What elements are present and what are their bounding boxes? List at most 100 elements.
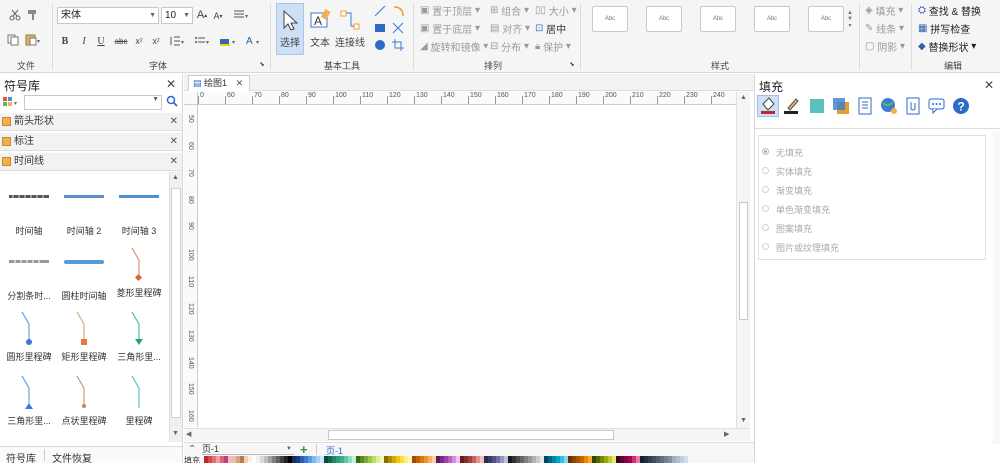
style-preset-5[interactable]: Abc: [808, 6, 844, 32]
scroll-up-icon[interactable]: ▲: [740, 94, 747, 101]
shape-item[interactable]: 时间轴 2: [56, 192, 112, 237]
close-icon[interactable]: ✕: [984, 78, 994, 92]
add-page-icon[interactable]: +: [300, 442, 308, 457]
format-painter-icon[interactable]: [26, 8, 40, 22]
shape-item[interactable]: 三角形里...: [1, 374, 57, 427]
text-tab-button[interactable]: [855, 96, 875, 116]
crop-icon[interactable]: [391, 38, 405, 52]
shape-item[interactable]: 分割条时...: [1, 257, 57, 302]
library-menu-icon[interactable]: ▾: [3, 96, 21, 110]
replace-shape-button[interactable]: ◆ 替换形状 ▾: [918, 39, 976, 54]
italic-icon[interactable]: I: [79, 34, 89, 48]
style-preset-3[interactable]: Abc: [700, 6, 736, 32]
distribute-button[interactable]: ⊟ 分布 ▾: [490, 39, 529, 54]
text-spacing-icon[interactable]: ▾: [168, 34, 186, 48]
protect-button[interactable]: 🔒︎ 保护 ▾: [535, 39, 571, 54]
bullets-icon[interactable]: ▾: [193, 34, 211, 48]
shape-item[interactable]: 里程碑: [111, 374, 167, 427]
close-icon[interactable]: ✕: [170, 153, 178, 171]
size-button[interactable]: ▯▯ 大小 ▾: [535, 3, 577, 18]
cross-point-icon[interactable]: [391, 21, 405, 35]
canvas-horizontal-scrollbar[interactable]: ◀ ▶: [184, 428, 750, 441]
ellipse-icon[interactable]: [373, 38, 387, 52]
font-name-select[interactable]: 宋体 ▼: [57, 7, 159, 24]
radio-no-fill[interactable]: [762, 148, 769, 155]
panel-scrollbar[interactable]: [993, 132, 1000, 444]
subscript-icon[interactable]: x2: [150, 34, 162, 48]
shrink-font-icon[interactable]: A ▾: [212, 9, 224, 23]
shape-item[interactable]: 三角形里...: [111, 310, 167, 363]
help-tab-button[interactable]: ?: [951, 96, 971, 116]
shape-item[interactable]: 圆形里程碑: [1, 310, 57, 363]
select-tool-button[interactable]: 选择: [276, 3, 304, 55]
copy-icon[interactable]: [6, 33, 20, 47]
radio-texture-fill[interactable]: [762, 243, 769, 250]
shadow-button[interactable]: ▢ 阴影 ▾: [865, 39, 905, 54]
bold-icon[interactable]: B: [60, 34, 70, 48]
spell-check-button[interactable]: ▦ 拼写检查: [918, 21, 970, 36]
library-header-callouts[interactable]: 标注 ✕: [0, 133, 182, 151]
style-preset-2[interactable]: Abc: [646, 6, 682, 32]
scroll-left-icon[interactable]: ◀: [186, 430, 191, 438]
superscript-icon[interactable]: x2: [133, 34, 145, 48]
shape-item[interactable]: 菱形里程碑: [111, 246, 167, 299]
scrollbar-thumb[interactable]: [171, 188, 181, 418]
search-icon[interactable]: [166, 95, 180, 109]
comment-tab-button[interactable]: [927, 96, 947, 116]
close-icon[interactable]: ✕: [236, 78, 244, 88]
library-scrollbar[interactable]: ▲ ▼: [169, 172, 182, 442]
font-color-icon[interactable]: A ▾: [244, 34, 264, 48]
line-icon[interactable]: [373, 4, 387, 18]
shape-item[interactable]: 矩形里程碑: [56, 310, 112, 363]
find-replace-button[interactable]: ⛭ 查找 & 替换: [918, 3, 981, 18]
dialog-launcher-icon[interactable]: ⬊: [258, 60, 266, 68]
style-preset-1[interactable]: Abc: [592, 6, 628, 32]
hyperlink-tab-button[interactable]: [879, 96, 899, 116]
shape-item[interactable]: 时间轴 3: [111, 192, 167, 237]
scrollbar-thumb[interactable]: [739, 202, 748, 320]
shape-item[interactable]: 时间轴: [1, 192, 57, 237]
line-style-button[interactable]: ✎ 线条 ▾: [865, 21, 904, 36]
dialog-launcher-icon[interactable]: ⬊: [568, 60, 576, 68]
shape-item[interactable]: 圆柱时间轴: [56, 257, 112, 302]
library-header-timeline[interactable]: 时间线 ✕: [0, 153, 182, 171]
styles-scroll[interactable]: ▲ ▼ ▾: [846, 4, 854, 34]
group-button[interactable]: ⊞ 组合 ▾: [490, 3, 529, 18]
attachment-tab-button[interactable]: [903, 96, 923, 116]
arc-icon[interactable]: [391, 4, 405, 18]
radio-mono-gradient-fill[interactable]: [762, 205, 769, 212]
underline-icon[interactable]: U: [96, 34, 106, 48]
scrollbar-thumb[interactable]: [328, 430, 614, 440]
scroll-down-icon[interactable]: ▼: [172, 430, 179, 437]
font-size-select[interactable]: 10 ▼: [161, 7, 193, 24]
close-icon[interactable]: ✕: [170, 133, 178, 151]
close-icon[interactable]: ✕: [170, 113, 178, 131]
document-tab[interactable]: ▤ 绘图1 ✕: [188, 75, 250, 91]
page-selector[interactable]: 页-1 ▼: [202, 444, 294, 455]
fill-button[interactable]: ◈ 填充 ▾: [865, 3, 903, 18]
scroll-right-icon[interactable]: ▶: [724, 430, 729, 438]
center-button[interactable]: ⊡ 居中: [535, 21, 566, 36]
close-icon[interactable]: ✕: [166, 77, 176, 91]
radio-solid-fill[interactable]: [762, 167, 769, 174]
paste-icon[interactable]: ▾: [24, 33, 42, 47]
align-button[interactable]: ▤ 对齐 ▾: [490, 21, 530, 36]
fill-tab-button[interactable]: [757, 95, 779, 117]
scissors-icon[interactable]: [8, 8, 22, 22]
strikethrough-icon[interactable]: abc: [113, 34, 129, 48]
rectangle-icon[interactable]: [373, 21, 387, 35]
library-search-input[interactable]: ▼: [24, 95, 162, 110]
style-preset-4[interactable]: Abc: [754, 6, 790, 32]
line-tab-button[interactable]: [782, 96, 802, 116]
tab-symbol-library[interactable]: 符号库: [6, 450, 36, 463]
scroll-down-icon[interactable]: ▼: [740, 417, 747, 424]
chevron-up-icon[interactable]: ⌃: [188, 444, 196, 455]
highlight-icon[interactable]: ▾: [218, 34, 238, 48]
radio-gradient-fill[interactable]: [762, 186, 769, 193]
color-palette[interactable]: [204, 456, 748, 463]
connector-tool-button[interactable]: 连接线: [334, 3, 366, 55]
shape-item[interactable]: 点状里程碑: [56, 374, 112, 427]
tab-file-recovery[interactable]: 文件恢复: [52, 450, 92, 463]
rotate-mirror-button[interactable]: ◢ 旋转和镜像 ▾: [420, 39, 488, 54]
effects-tab-button[interactable]: [831, 96, 851, 116]
